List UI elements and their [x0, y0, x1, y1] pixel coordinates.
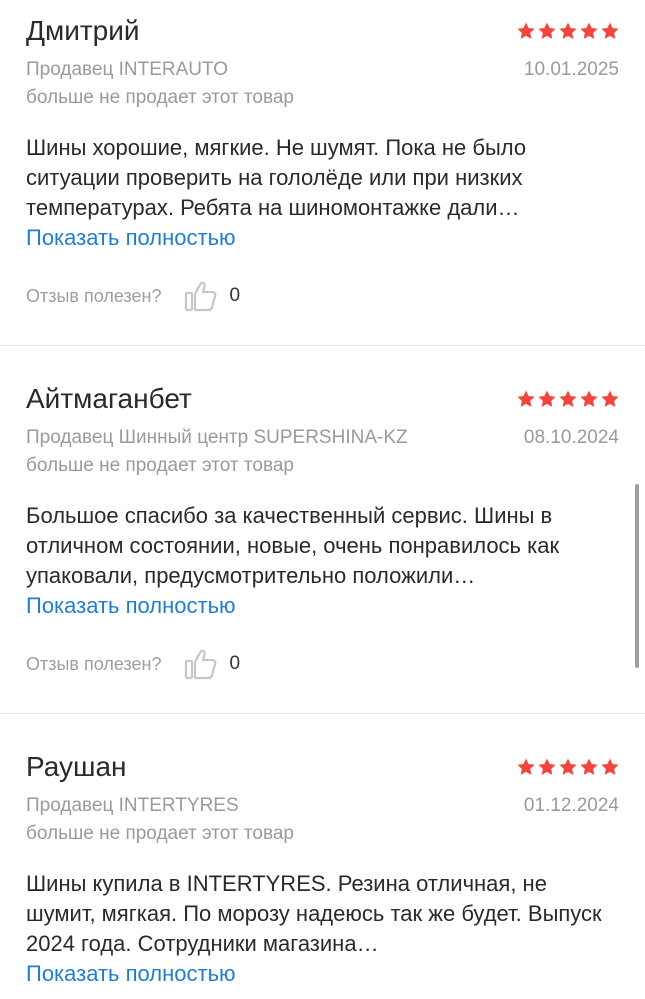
star-icon [600, 389, 620, 409]
review-card: Дмитрий Продавец INTERAUTO 10.01.2025 бо… [0, 0, 645, 368]
seller-name: Продавец INTERAUTO [26, 59, 229, 80]
star-icon [537, 389, 557, 409]
scrollbar[interactable] [635, 484, 639, 668]
show-more-link[interactable]: Показать полностью [26, 223, 619, 253]
star-icon [600, 21, 620, 41]
review-header: Айтмаганбет [26, 383, 619, 415]
star-icon [558, 389, 578, 409]
review-card: Раушан Продавец INTERTYRES 01.12.2024 бо… [0, 736, 645, 999]
star-icon [558, 21, 578, 41]
seller-name: Продавец INTERTYRES [26, 795, 239, 816]
review-meta: Продавец INTERAUTO 10.01.2025 [26, 57, 619, 83]
divider [0, 345, 645, 346]
review-text: Большое спасибо за качественный сервис. … [26, 503, 560, 588]
review-header: Раушан [26, 751, 619, 783]
review-date: 10.01.2025 [523, 59, 619, 80]
helpful-count: 0 [229, 285, 241, 306]
helpful-count: 0 [229, 653, 241, 674]
review-card: Айтмаганбет Продавец Шинный центр SUPERS… [0, 368, 645, 736]
star-icon [516, 21, 536, 41]
helpful-label: Отзыв полезен? [26, 653, 162, 674]
review-date: 01.12.2024 [523, 795, 619, 816]
star-icon [558, 757, 578, 777]
show-more-link[interactable]: Показать полностью [26, 591, 619, 621]
star-icon [600, 757, 620, 777]
star-icon [579, 757, 599, 777]
review-date: 08.10.2024 [523, 427, 619, 448]
seller-status: больше не продает этот товар [26, 455, 294, 476]
review-header: Дмитрий [26, 15, 619, 47]
star-icon [537, 21, 557, 41]
review-text: Шины купила в INTERTYRES. Резина отлична… [26, 871, 602, 956]
rating-stars [516, 21, 620, 41]
seller-name: Продавец Шинный центр SUPERSHINA-KZ [26, 427, 408, 448]
seller-status: больше не продает этот товар [26, 87, 294, 108]
thumbs-up-icon[interactable] [184, 647, 218, 681]
star-icon [579, 389, 599, 409]
seller-status: больше не продает этот товар [26, 823, 294, 844]
thumbs-up-icon[interactable] [184, 279, 218, 313]
helpful-label: Отзыв полезен? [26, 285, 162, 306]
star-icon [516, 389, 536, 409]
show-more-link[interactable]: Показать полностью [26, 959, 619, 989]
review-meta: Продавец Шинный центр SUPERSHINA-KZ 08.1… [26, 425, 619, 451]
rating-stars [516, 389, 620, 409]
review-author: Раушан [26, 751, 127, 782]
helpful-row: Отзыв полезен? 0 [26, 647, 619, 681]
star-icon [516, 757, 536, 777]
review-text: Шины хорошие, мягкие. Не шумят. Пока не … [26, 135, 527, 220]
review-author: Айтмаганбет [26, 383, 192, 414]
rating-stars [516, 757, 620, 777]
star-icon [579, 21, 599, 41]
review-meta: Продавец INTERTYRES 01.12.2024 [26, 793, 619, 819]
helpful-row: Отзыв полезен? 0 [26, 279, 619, 313]
divider [0, 713, 645, 714]
star-icon [537, 757, 557, 777]
review-author: Дмитрий [26, 15, 140, 46]
